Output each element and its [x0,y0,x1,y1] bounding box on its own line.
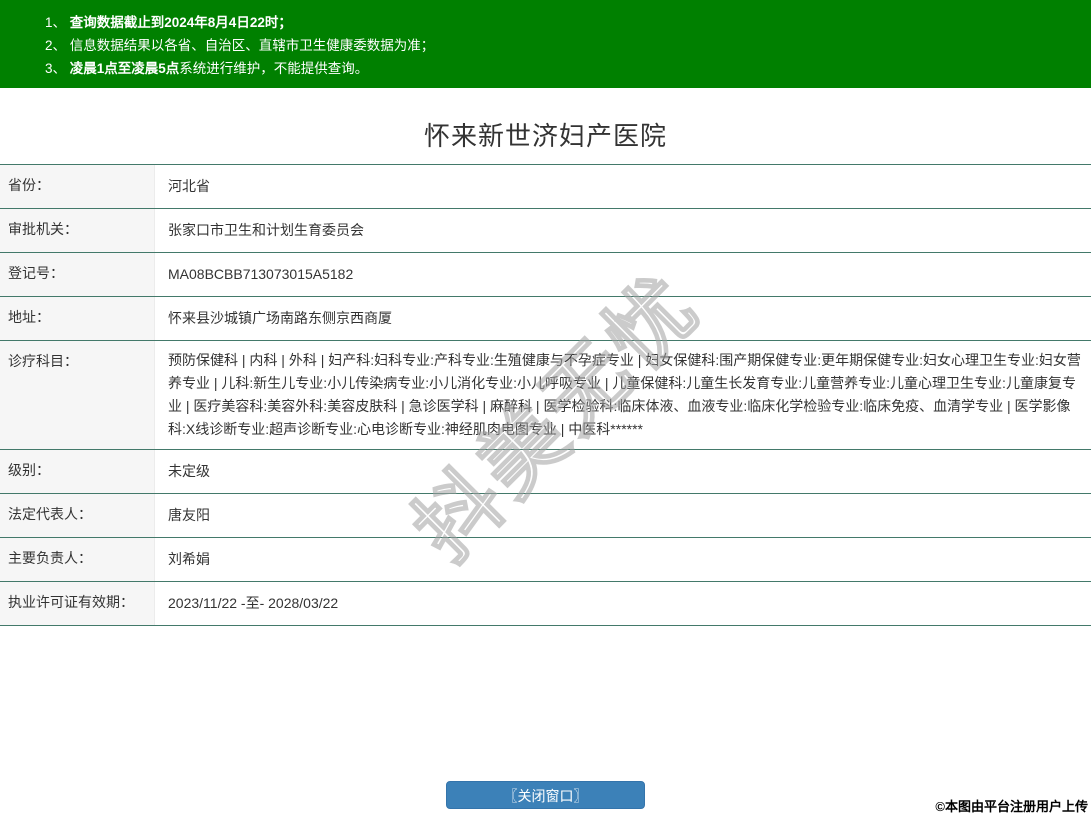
row-label: 审批机关： [0,209,155,252]
row-label: 地址： [0,297,155,340]
row-label: 级别： [0,450,155,493]
row-value: 刘希娟 [155,538,1091,581]
row-label: 省份： [0,165,155,208]
row-value: 唐友阳 [155,494,1091,537]
row-value: 张家口市卫生和计划生育委员会 [155,209,1091,252]
table-row-approval-authority: 审批机关： 张家口市卫生和计划生育委员会 [0,209,1091,253]
notice-number: 3、 [45,61,70,76]
row-label: 登记号： [0,253,155,296]
notice-line-3: 3、 凌晨1点至凌晨5点系统进行维护，不能提供查询。 [45,57,1071,80]
row-value: 未定级 [155,450,1091,493]
row-value: 怀来县沙城镇广场南路东侧京西商厦 [155,297,1091,340]
info-table: 省份： 河北省 审批机关： 张家口市卫生和计划生育委员会 登记号： MA08BC… [0,164,1091,626]
notice-line-1: 1、 查询数据截止到2024年8月4日22时； [45,11,1071,34]
row-label: 执业许可证有效期： [0,582,155,625]
table-row-address: 地址： 怀来县沙城镇广场南路东侧京西商厦 [0,297,1091,341]
table-row-registration-number: 登记号： MA08BCBB713073015A5182 [0,253,1091,297]
page-title: 怀来新世济妇产医院 [0,118,1091,154]
row-label: 法定代表人： [0,494,155,537]
notice-number: 2、 [45,38,70,53]
notice-bold-text: 查询数据截止到2024年8月4日22时； [70,15,292,30]
notice-line-2: 2、 信息数据结果以各省、自治区、直辖市卫生健康委数据为准； [45,34,1071,57]
row-label: 诊疗科目： [0,341,155,449]
button-area: 〖关闭窗口〗 [0,781,1091,809]
close-window-button[interactable]: 〖关闭窗口〗 [446,781,645,809]
table-row-province: 省份： 河北省 [0,165,1091,209]
row-label: 主要负责人： [0,538,155,581]
row-value: 2023/11/22 -至- 2028/03/22 [155,582,1091,625]
row-value: MA08BCBB713073015A5182 [155,253,1091,296]
table-row-medical-subjects: 诊疗科目： 预防保健科 | 内科 | 外科 | 妇产科:妇科专业:产科专业:生殖… [0,341,1091,450]
notice-text: 信息数据结果以各省、自治区、直辖市卫生健康委数据为准； [70,38,435,53]
table-row-license-validity: 执业许可证有效期： 2023/11/22 -至- 2028/03/22 [0,582,1091,626]
table-row-level: 级别： 未定级 [0,450,1091,494]
table-row-main-person-in-charge: 主要负责人： 刘希娟 [0,538,1091,582]
upload-watermark: ©本图由平台注册用户上传 [935,796,1088,815]
row-value: 河北省 [155,165,1091,208]
row-value: 预防保健科 | 内科 | 外科 | 妇产科:妇科专业:产科专业:生殖健康与不孕症… [155,341,1091,449]
notice-banner: 1、 查询数据截止到2024年8月4日22时； 2、 信息数据结果以各省、自治区… [0,0,1091,88]
notice-bold-text: 凌晨1点至凌晨5点 [70,61,180,76]
notice-text: 系统进行维护，不能提供查询。 [179,61,368,76]
table-row-legal-representative: 法定代表人： 唐友阳 [0,494,1091,538]
notice-number: 1、 [45,15,70,30]
